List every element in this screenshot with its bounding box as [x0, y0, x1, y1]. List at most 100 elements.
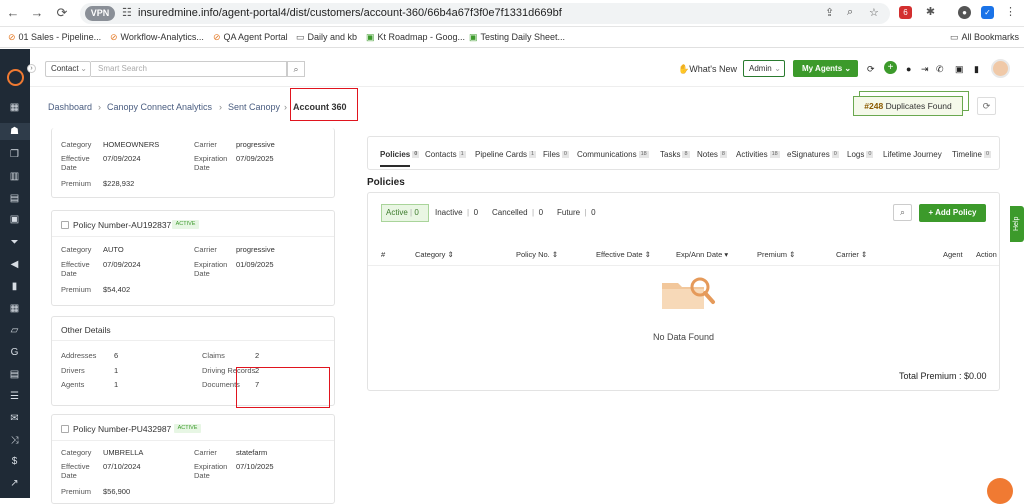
filter-active[interactable]: Active | 0 [381, 204, 429, 222]
building-icon[interactable]: ▥ [9, 171, 20, 182]
bookmark-workflow[interactable]: ⊘ Workflow-Analytics... [110, 32, 204, 43]
all-bookmarks[interactable]: ▭ All Bookmarks [950, 32, 1019, 43]
column-category[interactable]: Category ⇕ [415, 250, 454, 259]
column-premium[interactable]: Premium ⇕ [757, 250, 795, 259]
zoom-icon[interactable]: ⌕ [847, 6, 853, 19]
calculator-icon[interactable]: ▦ [9, 303, 20, 314]
vpn-badge[interactable]: VPN [85, 6, 115, 21]
shield-icon[interactable]: ✓ [981, 6, 994, 19]
search-icon[interactable]: ⌕ [287, 61, 305, 77]
tab-policies[interactable]: Policies 0 [380, 150, 420, 159]
search-scope-select[interactable]: Contact ⌄ [45, 61, 91, 77]
bookmark-kt-roadmap[interactable]: ▣ Kt Roadmap - Goog... [366, 32, 465, 43]
tab-timeline[interactable]: Timeline 0 [952, 150, 991, 159]
policy-checkbox[interactable] [61, 221, 69, 229]
sync-icon[interactable]: ⟳ [867, 64, 875, 75]
my-agents-button[interactable]: My Agents ⌄ [793, 60, 858, 77]
filter-future[interactable]: Future | 0 [557, 208, 596, 217]
file-icon[interactable]: ▮ [9, 281, 20, 292]
address-bar[interactable]: VPN ☷ insuredmine.info/agent-portal4/dis… [80, 3, 890, 24]
smart-search-input[interactable]: Smart Search [91, 61, 287, 77]
google-icon[interactable]: G [9, 347, 20, 358]
policy-number[interactable]: Policy Number-AU192837 [73, 220, 171, 230]
duplicates-found-button[interactable]: #248 Duplicates Found [853, 96, 963, 116]
bookmark-icon: ⊘ [213, 32, 221, 42]
search-icon[interactable]: ⌕ [893, 204, 912, 221]
mail-icon[interactable]: ✉ [9, 413, 20, 424]
column-carrier[interactable]: Carrier ⇕ [836, 250, 867, 259]
chat-icon[interactable] [987, 478, 1013, 504]
phone-icon[interactable]: ✆ [936, 64, 944, 75]
document-icon[interactable]: ▤ [9, 193, 20, 204]
bookmark-sales[interactable]: ⊘ 01 Sales - Pipeline... [8, 32, 101, 43]
id-card-icon[interactable]: ▣ [9, 214, 20, 225]
tab-lifetime-journey[interactable]: Lifetime Journey [883, 150, 942, 159]
tab-pipeline-cards[interactable]: Pipeline Cards 1 [475, 150, 537, 159]
policy-number[interactable]: Policy Number-PU432987 [73, 424, 171, 434]
column-policy-no[interactable]: Policy No. ⇕ [516, 250, 558, 259]
tab-files[interactable]: Files 0 [543, 150, 569, 159]
carrier-label: Carrier [194, 245, 217, 254]
claims-count[interactable]: 2 [255, 351, 259, 360]
tab-notes[interactable]: Notes 8 [697, 150, 727, 159]
drivers-count[interactable]: 1 [114, 366, 118, 375]
column-exp-ann-date[interactable]: Exp/Ann Date ▾ [676, 250, 728, 259]
tab-communications[interactable]: Communications 18 [577, 150, 649, 159]
bookmark-daily[interactable]: ▭ Daily and kb [296, 32, 357, 43]
help-tab[interactable]: Help [1010, 206, 1024, 242]
bookmark-testing-sheet[interactable]: ▣ Testing Daily Sheet... [469, 32, 565, 43]
filter-cancelled[interactable]: Cancelled | 0 [492, 208, 543, 217]
list-icon[interactable]: ☰ [9, 391, 20, 402]
app-header: Contact ⌄ Smart Search ⌕ ✋What's New Adm… [30, 49, 1024, 87]
megaphone-icon[interactable]: ◀ [9, 259, 20, 270]
forward-icon[interactable]: → [30, 6, 44, 20]
contacts-icon[interactable]: ☗ [9, 126, 20, 137]
menu-icon[interactable]: ⋮ [1004, 6, 1017, 19]
tab-tasks[interactable]: Tasks 8 [660, 150, 690, 159]
handshake-icon[interactable]: ⤨ [9, 435, 20, 446]
folder-icon[interactable]: ▱ [9, 325, 20, 336]
tab-esignatures[interactable]: eSignatures 0 [787, 150, 839, 159]
tab-logs[interactable]: Logs 0 [847, 150, 874, 159]
whats-new-link[interactable]: ✋What's New [678, 64, 737, 75]
copy-icon[interactable]: ❐ [9, 149, 20, 160]
filter-inactive[interactable]: Inactive | 0 [435, 208, 478, 217]
site-info-icon[interactable]: ☷ [122, 6, 132, 19]
breadcrumb-canopy-analytics[interactable]: Canopy Connect Analytics [107, 102, 212, 112]
tab-activities[interactable]: Activities 18 [736, 150, 780, 159]
logo-icon[interactable] [7, 69, 24, 86]
back-icon[interactable]: ← [6, 6, 20, 20]
extensions-icon[interactable]: ✱ [924, 6, 937, 19]
refresh-icon[interactable]: ⟳ [977, 97, 996, 115]
agents-count[interactable]: 1 [114, 380, 118, 389]
url-text[interactable]: insuredmine.info/agent-portal4/dist/cust… [138, 7, 562, 19]
add-policy-button[interactable]: + Add Policy [919, 204, 986, 222]
addresses-count[interactable]: 6 [114, 351, 118, 360]
column-agent: Agent [943, 250, 963, 259]
policy-checkbox[interactable] [61, 425, 69, 433]
calendar-icon[interactable]: ▤ [9, 369, 20, 380]
effective-value: 07/09/2024 [103, 154, 141, 163]
document-icon[interactable]: ▮ [974, 64, 979, 75]
column-effective-date[interactable]: Effective Date ⇕ [596, 250, 651, 259]
breadcrumb-sent-canopy[interactable]: Sent Canopy [228, 102, 280, 112]
add-icon[interactable]: + [884, 61, 897, 74]
bell-icon[interactable]: ● [906, 64, 911, 74]
chart-icon[interactable]: ↗ [9, 478, 20, 489]
bookmark-qa-portal[interactable]: ⊘ QA Agent Portal [213, 32, 288, 43]
profile-icon[interactable]: ● [958, 6, 971, 19]
avatar[interactable] [991, 59, 1010, 78]
empty-folder-icon [662, 277, 715, 309]
breadcrumb-dashboard[interactable]: Dashboard [48, 102, 92, 112]
star-icon[interactable]: ☆ [869, 6, 879, 19]
dashboard-icon[interactable]: ▦ [9, 102, 20, 113]
share-icon[interactable]: ⇪ [825, 6, 834, 19]
chip-icon[interactable]: ▣ [955, 64, 964, 75]
role-select[interactable]: Admin ⌄ [743, 60, 785, 77]
reload-icon[interactable]: ⟳ [55, 6, 69, 20]
extension-badge-icon[interactable]: 6 [899, 6, 912, 19]
tab-contacts[interactable]: Contacts 1 [425, 150, 466, 159]
filter-icon[interactable]: ⏷ [9, 237, 20, 248]
dollar-icon[interactable]: $ [9, 456, 20, 467]
logout-icon[interactable]: ⇥ [921, 64, 929, 75]
